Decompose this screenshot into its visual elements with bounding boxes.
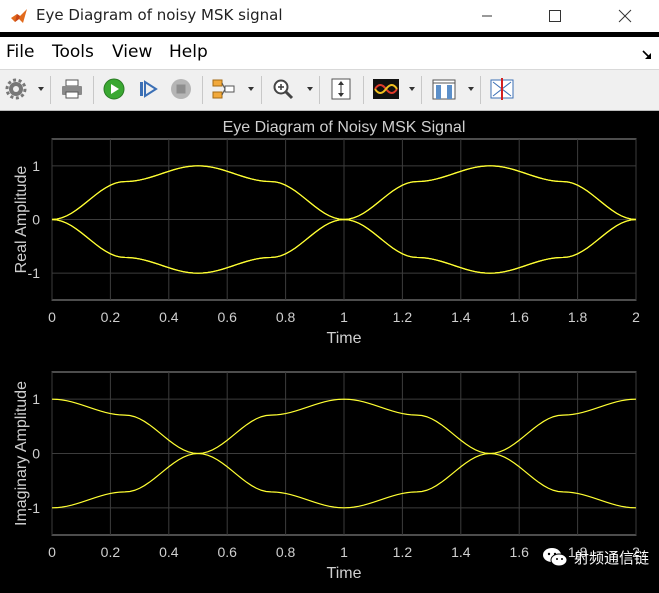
bar-chart-button[interactable] [429,76,459,102]
chart1-y-axis-label: Real Amplitude [13,166,30,274]
signal-routing-dropdown-icon[interactable] [248,87,254,91]
chart1-x-tick-label: 0 [48,309,56,325]
chart1-x-tick-label: 0.4 [159,309,179,325]
eye-diagram-plots[interactable]: 0 0.2 0.4 0.6 0.8 1 1.2 1.4 1.6 1.8 210-1Eye Diagr… [0,111,659,588]
wechat-logo-icon [542,548,568,567]
stop-button[interactable] [167,76,195,102]
eye-diagram-button[interactable] [370,76,402,102]
toolbar-separator [202,76,203,104]
chart1-x-tick-label: 0.6 [217,309,237,325]
maximize-icon [549,10,561,22]
settings-icon [5,78,27,100]
close-icon [618,9,632,23]
settings-button[interactable] [3,76,29,102]
menu-help[interactable]: Help [169,42,208,62]
autoscale-button[interactable] [327,76,355,102]
chart1-title: Eye Diagram of Noisy MSK Signal [223,119,466,136]
bar-chart-icon [432,79,456,100]
run-button[interactable] [100,76,128,102]
menu-bar: File Tools View Help [0,37,659,69]
toolbar-separator [50,76,51,104]
plot-area: 0 0.2 0.4 0.6 0.8 1 1.2 1.4 1.6 1.8 2 1 0 -1 Eye Diagr… [0,111,659,588]
maximize-button[interactable] [532,0,578,32]
chart1-x-tick-label: 1.6 [509,309,529,325]
print-button[interactable] [58,76,86,102]
dock-arrow-icon[interactable] [641,49,653,61]
menu-file[interactable]: File [6,42,34,62]
chart2-x-tick-label: 0 [48,544,56,560]
toolbar-separator [363,76,364,104]
autoscale-icon [331,78,351,100]
toolbar-separator [480,76,481,104]
chart2-x-tick-label: 0.8 [276,544,296,560]
toolbar-separator [319,76,320,104]
chart2-y-tick-label: 1 [32,391,40,407]
chart2-y-axis-label: Imaginary Amplitude [13,381,30,526]
measurement-icon [490,78,514,100]
chart2-x-tick-label: 0.6 [217,544,237,560]
chart2-x-tick-label: 1 [340,544,348,560]
chart1-x-tick-label: 1.4 [451,309,471,325]
zoom-icon [273,79,294,100]
toolbar-separator [93,76,94,104]
chart1-x-tick-label: 0.8 [276,309,296,325]
print-icon [62,79,82,99]
bar-chart-dropdown-icon[interactable] [468,87,474,91]
settings-dropdown-icon[interactable] [38,87,44,91]
toolbar [0,70,659,111]
watermark-text: 射频通信链 [573,548,649,567]
chart1-x-tick-label: 2 [632,309,640,325]
eye-diagram-dropdown-icon[interactable] [409,87,415,91]
watermark: 射频通信链 [542,546,649,568]
chart2-x-axis-label: Time [327,565,362,582]
chart2-x-tick-label: 1.6 [509,544,529,560]
chart1-y-tick-label: 1 [32,158,40,174]
chart2-x-tick-label: 0.2 [101,544,121,560]
chart2-x-tick-label: 1.4 [451,544,471,560]
minimize-button[interactable] [464,0,510,32]
zoom-dropdown-icon[interactable] [307,87,313,91]
signal-routing-button[interactable] [209,76,239,102]
chart1-x-tick-label: 1 [340,309,348,325]
stop-icon [171,79,191,99]
step-forward-button[interactable] [134,76,162,102]
toolbar-separator [421,76,422,104]
toolbar-separator [261,76,262,104]
minimize-icon [482,15,492,17]
title-bar: Eye Diagram of noisy MSK signal [0,0,659,32]
chart1-y-tick-label: 0 [32,212,40,228]
chart1-x-axis-label: Time [327,330,362,347]
signal-routing-icon [212,79,235,99]
chart1-x-tick-label: 0.2 [101,309,121,325]
measurement-button[interactable] [487,76,517,102]
eye-diagram-icon [373,79,399,99]
zoom-button[interactable] [268,76,298,102]
run-icon [103,78,125,100]
chart1-x-tick-label: 1.8 [568,309,588,325]
step-forward-icon [140,80,158,98]
chart1-x-tick-label: 1.2 [393,309,413,325]
window-title: Eye Diagram of noisy MSK signal [36,6,283,24]
matlab-logo-icon [11,9,27,23]
chart2-x-tick-label: 0.4 [159,544,179,560]
close-button[interactable] [602,0,648,32]
chart2-y-tick-label: 0 [32,446,40,462]
menu-tools[interactable]: Tools [52,42,94,62]
chart2-x-tick-label: 1.2 [393,544,413,560]
menu-view[interactable]: View [112,42,152,62]
